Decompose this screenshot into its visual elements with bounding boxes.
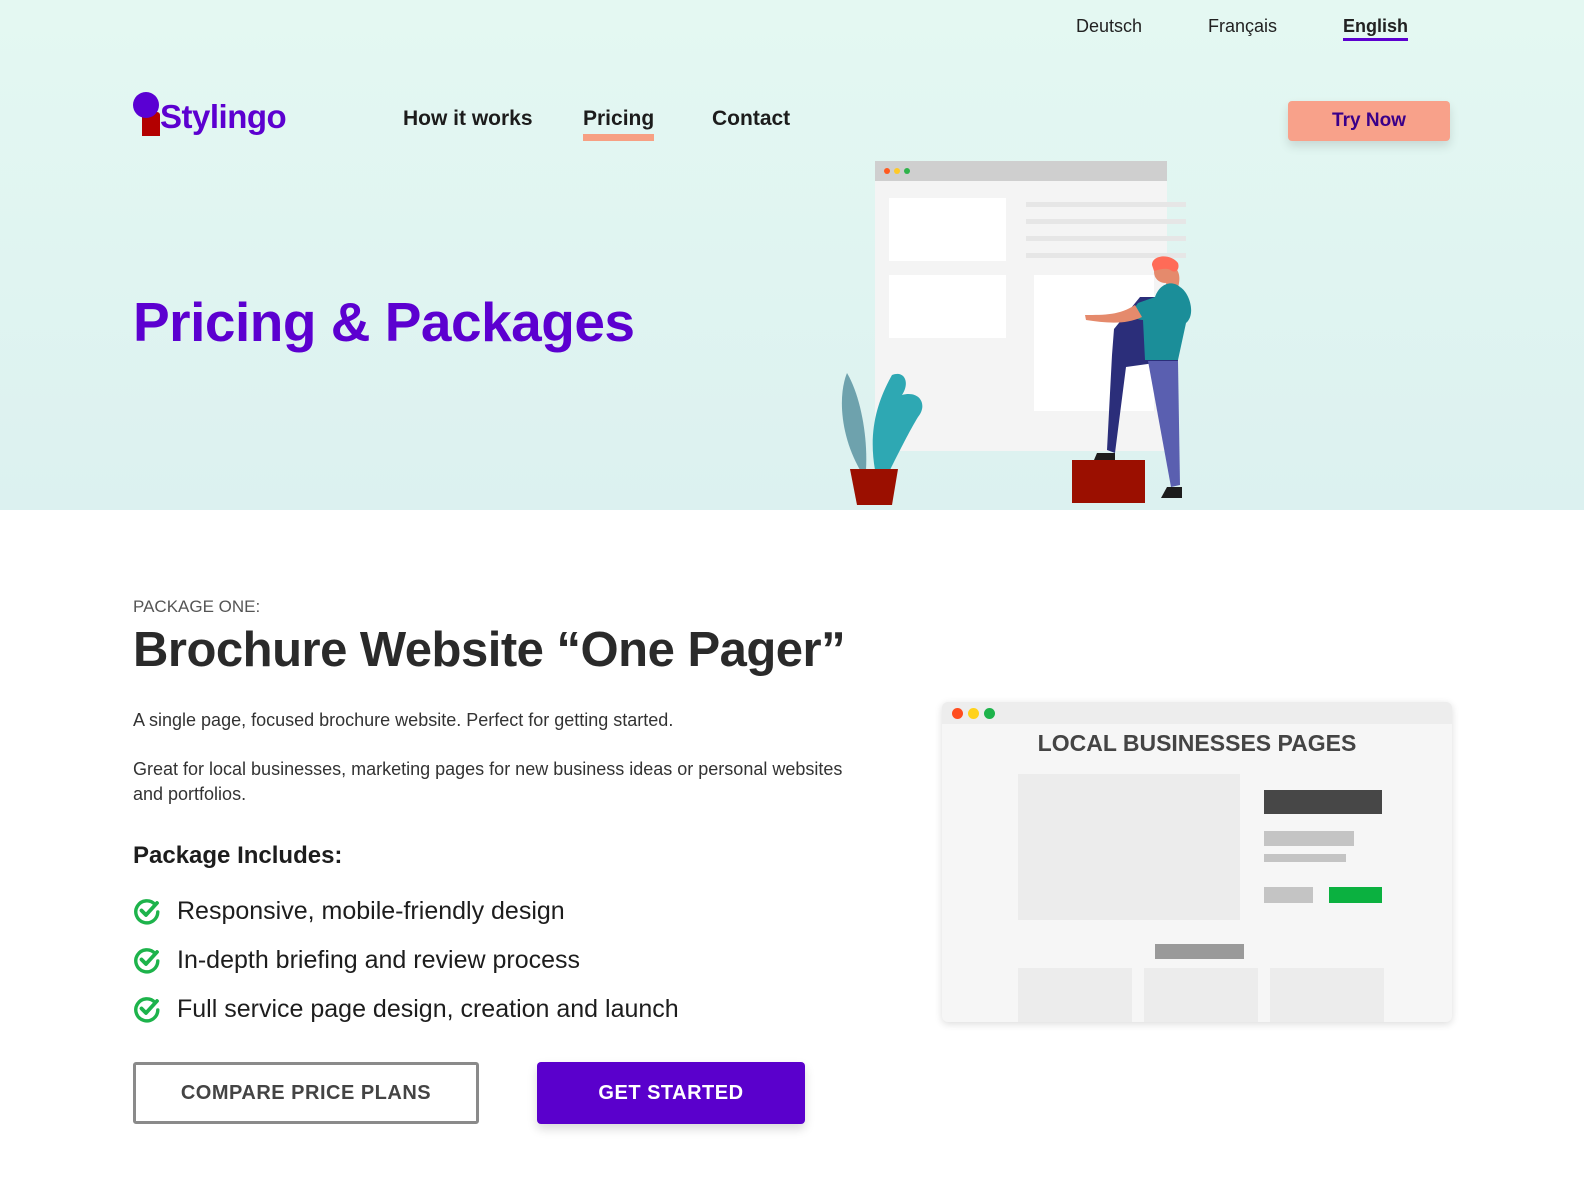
preview-cta-placeholder [1329,887,1382,903]
brand-name: Stylingo [160,98,287,135]
compare-price-plans-button[interactable]: COMPARE PRICE PLANS [133,1062,479,1124]
language-english[interactable]: English [1343,16,1409,41]
nav-pricing[interactable]: Pricing [583,107,655,141]
feature-label: Full service page design, creation and l… [177,995,679,1023]
window-minimize-dot-icon [968,708,979,719]
preview-card-placeholder [1144,968,1258,1022]
hero-section: Deutsch Français English Stylingo How it… [0,0,1584,510]
logo-mark-icon [133,92,163,136]
preview-title: LOCAL BUSINESSES PAGES [1037,730,1357,756]
package-description-1: A single page, focused brochure website.… [133,710,674,730]
window-close-dot-icon [952,708,963,719]
check-circle-icon [134,899,160,925]
hero-illustration [841,161,1192,505]
preview-subheading-placeholder [1155,944,1244,959]
package-title: Brochure Website “One Pager” [133,623,846,677]
get-started-button[interactable]: GET STARTED [537,1062,805,1124]
preview-text-placeholder [1264,854,1346,862]
package-eyebrow: PACKAGE ONE: [133,597,261,616]
language-francais[interactable]: Français [1208,16,1277,37]
preview-heading-placeholder [1264,790,1382,814]
check-circle-icon [134,948,160,974]
nav-how-it-works[interactable]: How it works [403,107,533,131]
preview-button-placeholder [1264,887,1313,903]
language-deutsch[interactable]: Deutsch [1076,16,1142,37]
check-circle-icon [134,997,160,1023]
package-description-2: Great for local businesses, marketing pa… [133,759,843,804]
preview-text-placeholder [1264,831,1354,846]
preview-card-placeholder [1018,968,1132,1022]
feature-label: Responsive, mobile-friendly design [177,897,565,925]
page-title: Pricing & Packages [133,291,635,353]
window-maximize-dot-icon [984,708,995,719]
preview-window-bar [942,702,1452,724]
preview-image-placeholder [1018,774,1240,920]
package-includes-title: Package Includes: [133,842,343,869]
website-preview-mockup: LOCAL BUSINESSES PAGES [942,702,1452,1022]
nav-contact[interactable]: Contact [712,107,790,131]
feature-label: In-depth briefing and review process [177,946,581,974]
preview-card-placeholder [1270,968,1384,1022]
try-now-button[interactable]: Try Now [1288,101,1450,141]
